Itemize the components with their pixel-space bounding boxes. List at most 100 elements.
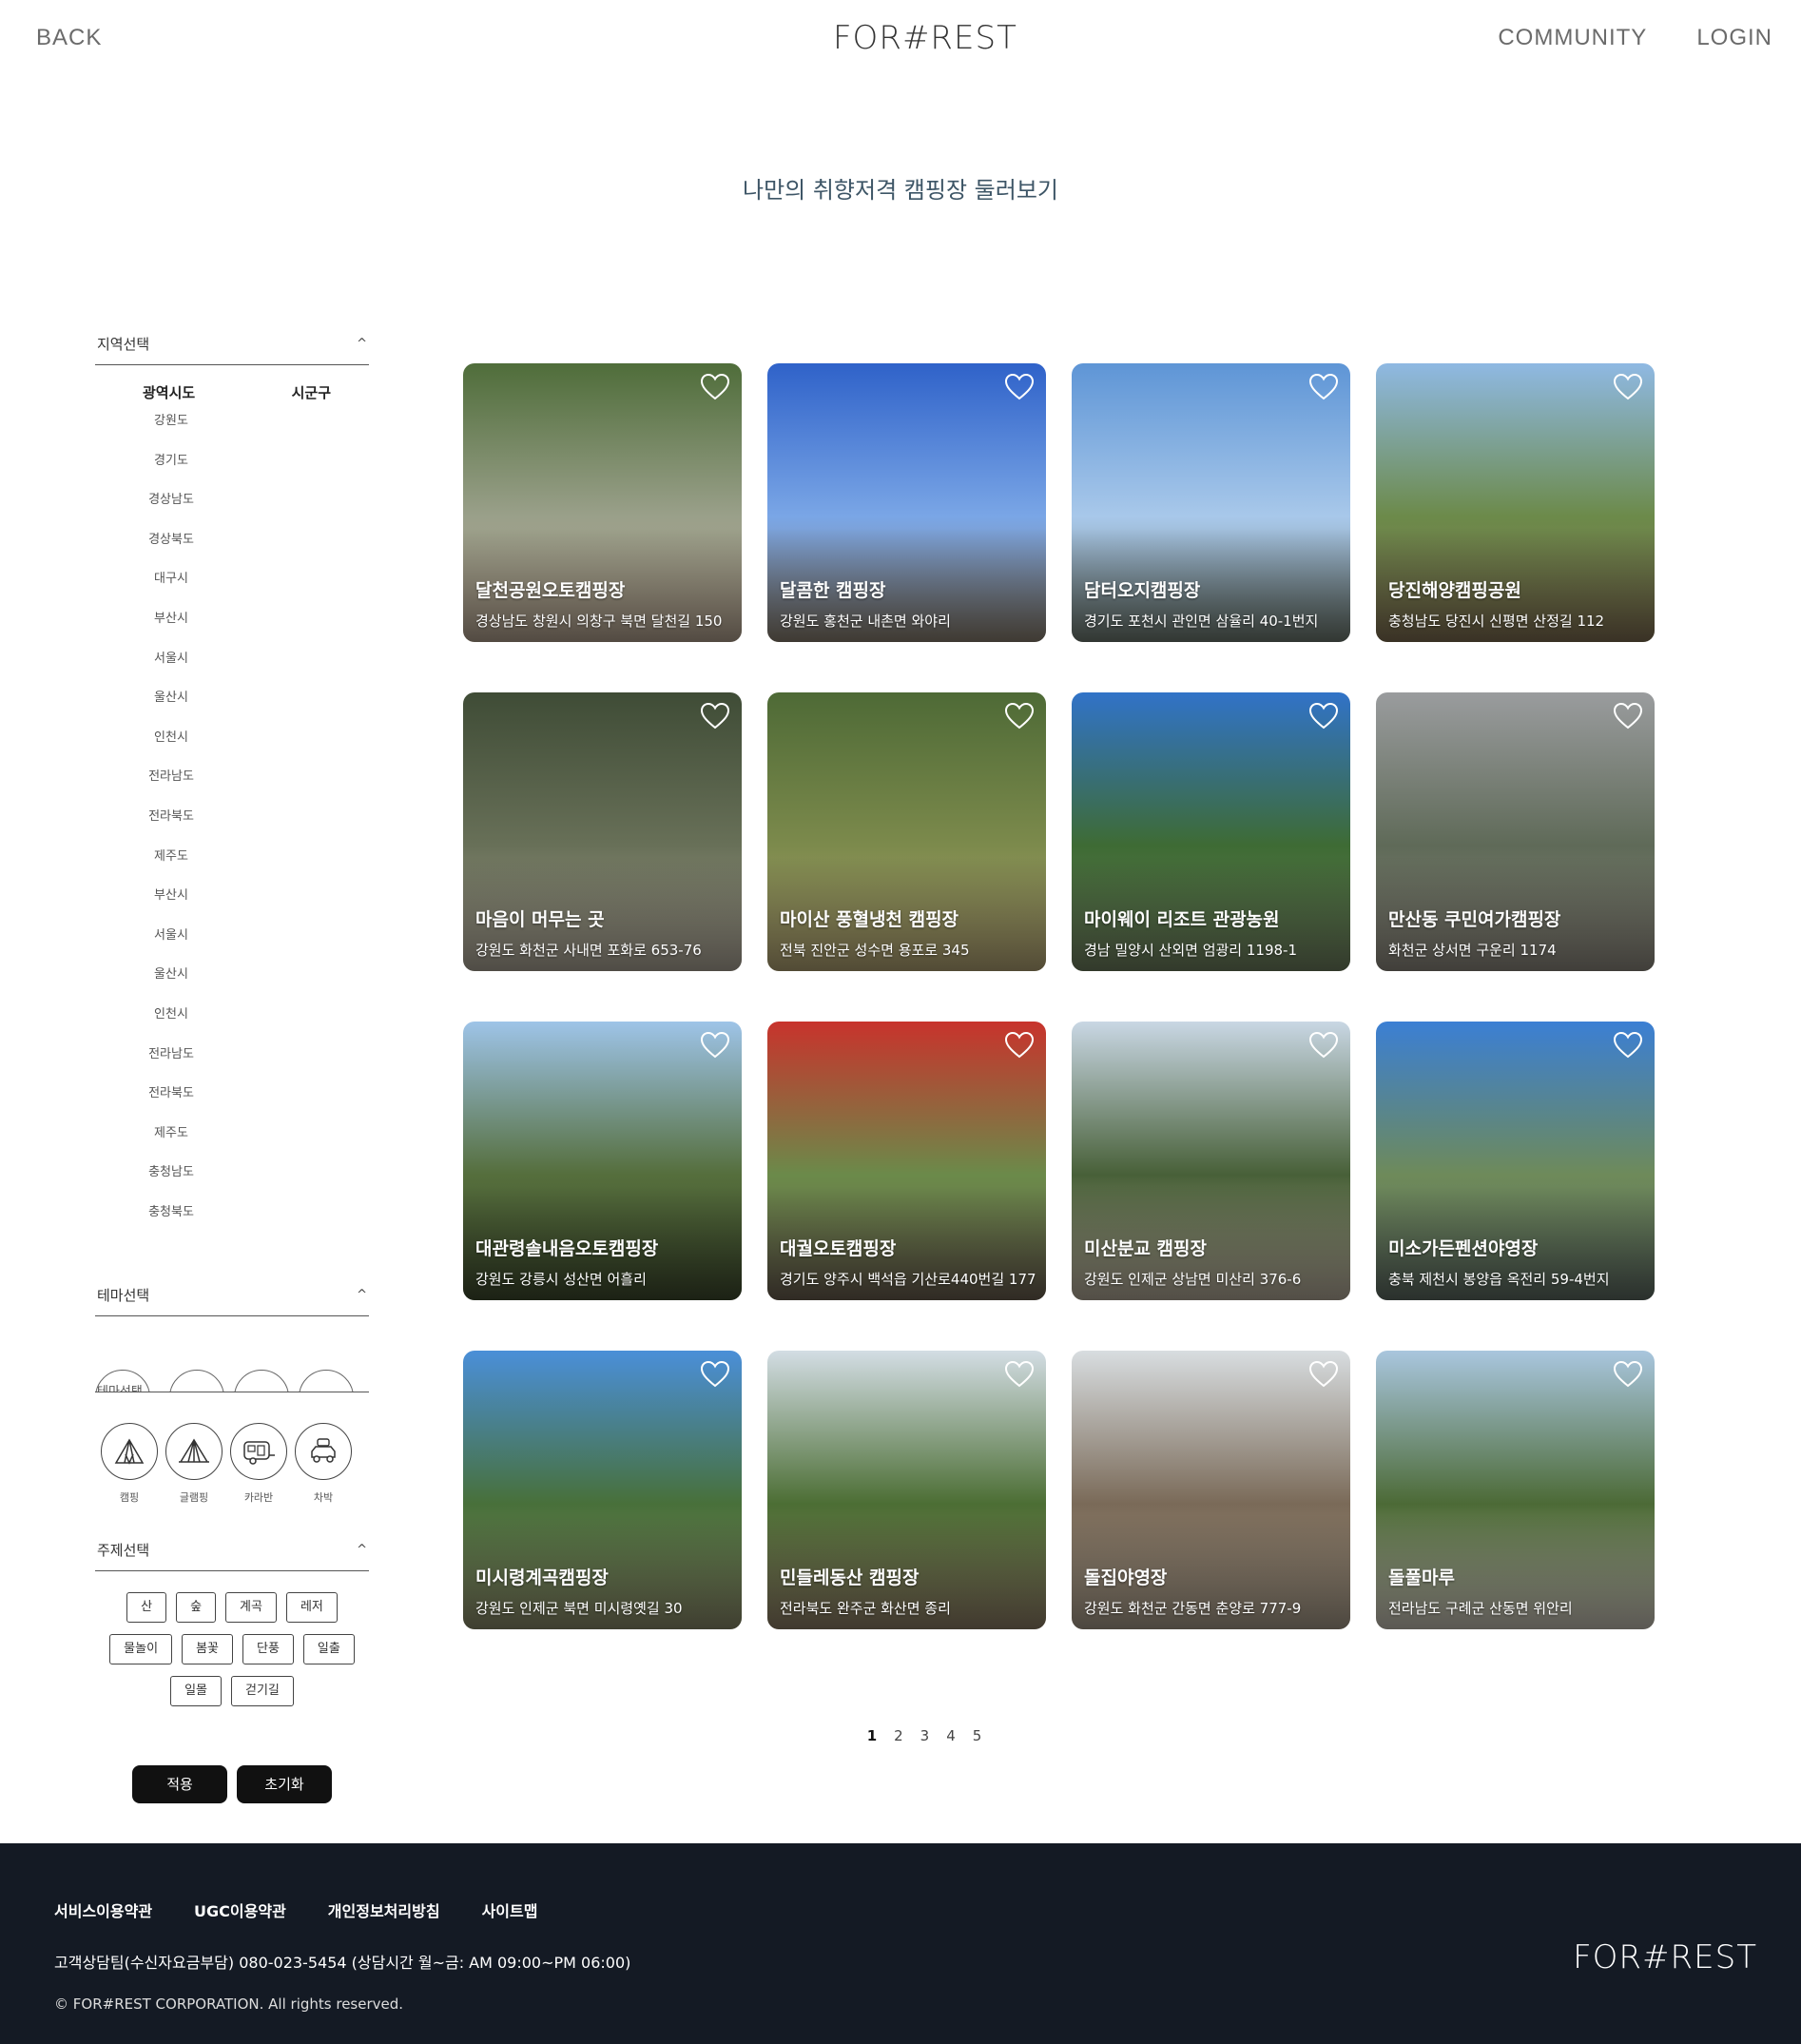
campsite-card[interactable]: 마이산 풍혈냉천 캠핑장 전북 진안군 성수면 용포로 345: [767, 692, 1046, 971]
province-item[interactable]: 경상북도: [95, 531, 247, 571]
province-item[interactable]: 전라남도: [95, 1045, 247, 1085]
topic-chip[interactable]: 물놀이: [109, 1634, 173, 1664]
campsite-address: 전라남도 구례군 산동면 위안리: [1388, 1600, 1573, 1617]
district-column-header[interactable]: 시군구: [292, 382, 331, 402]
community-link[interactable]: COMMUNITY: [1498, 25, 1647, 51]
topic-chip[interactable]: 단풍: [242, 1634, 294, 1664]
theme-option-car-camping[interactable]: 차박: [295, 1423, 352, 1505]
campsite-card[interactable]: 당진해양캠핑공원 충청남도 당진시 신평면 산정길 112: [1376, 363, 1655, 642]
heart-icon[interactable]: [1004, 1031, 1035, 1060]
heart-icon[interactable]: [1613, 1360, 1643, 1389]
campsite-card[interactable]: 대궐오토캠핑장 경기도 양주시 백석읍 기산로440번길 177: [767, 1022, 1046, 1300]
page-number[interactable]: 1: [867, 1727, 877, 1744]
province-item[interactable]: 전라남도: [95, 768, 247, 808]
heart-icon[interactable]: [1308, 702, 1339, 730]
campsite-card[interactable]: 미산분교 캠핑장 강원도 인제군 상남면 미산리 376-6: [1072, 1022, 1350, 1300]
campsite-card[interactable]: 미소가든펜션야영장 충북 제천시 봉양읍 옥전리 59-4번지: [1376, 1022, 1655, 1300]
heart-icon[interactable]: [700, 1360, 730, 1389]
chevron-up-icon[interactable]: ^: [357, 1288, 367, 1302]
topic-chip[interactable]: 걷기길: [231, 1676, 294, 1706]
ugc-terms-link[interactable]: UGC이용약관: [194, 1898, 286, 1921]
theme-tab-arc[interactable]: [169, 1370, 224, 1392]
theme-option-camping[interactable]: 캠핑: [101, 1423, 158, 1505]
campsite-card[interactable]: 대관령솔내음오토캠핑장 강원도 강릉시 성산면 어흘리: [463, 1022, 742, 1300]
province-item[interactable]: 충청북도: [95, 1203, 247, 1243]
heart-icon[interactable]: [1004, 1360, 1035, 1389]
campsite-card[interactable]: 미시령계곡캠핑장 강원도 인제군 북면 미시령옛길 30: [463, 1351, 742, 1629]
topic-chip[interactable]: 봄꽃: [182, 1634, 233, 1664]
terms-link[interactable]: 서비스이용약관: [54, 1898, 152, 1921]
page-number[interactable]: 4: [946, 1727, 956, 1744]
province-item[interactable]: 경기도: [95, 452, 247, 492]
province-item[interactable]: 경상남도: [95, 491, 247, 531]
heart-icon[interactable]: [1613, 1031, 1643, 1060]
heart-icon[interactable]: [1613, 702, 1643, 730]
topic-chip[interactable]: 계곡: [225, 1592, 277, 1623]
campsite-card[interactable]: 담터오지캠핑장 경기도 포천시 관인면 삼율리 40-1번지: [1072, 363, 1350, 642]
province-item[interactable]: 울산시: [95, 689, 247, 729]
heart-icon[interactable]: [700, 1031, 730, 1060]
login-link[interactable]: LOGIN: [1696, 25, 1772, 51]
campsite-address: 전라북도 완주군 화산면 종리: [780, 1600, 951, 1617]
province-item[interactable]: 인천시: [95, 1005, 247, 1045]
region-section-header[interactable]: 지역선택 ^: [95, 323, 369, 365]
province-item[interactable]: 서울시: [95, 650, 247, 690]
province-item[interactable]: 인천시: [95, 729, 247, 769]
topic-chip[interactable]: 일몰: [170, 1676, 223, 1706]
apply-button[interactable]: 적용: [132, 1765, 227, 1803]
province-item[interactable]: 전라북도: [95, 808, 247, 847]
logo[interactable]: FOR#REST: [833, 19, 1017, 57]
heart-icon[interactable]: [1308, 1031, 1339, 1060]
back-link[interactable]: BACK: [36, 25, 102, 51]
topic-chip[interactable]: 산: [126, 1592, 167, 1623]
theme-option-glamping[interactable]: 글램핑: [165, 1423, 223, 1505]
page-number[interactable]: 2: [894, 1727, 903, 1744]
heart-icon[interactable]: [700, 702, 730, 730]
topic-chip[interactable]: 레저: [285, 1592, 338, 1623]
campsite-card[interactable]: 돌집야영장 강원도 화천군 간동면 춘양로 777-9: [1072, 1351, 1350, 1629]
chevron-up-icon[interactable]: ^: [357, 337, 367, 351]
campsite-card[interactable]: 민들레동산 캠핑장 전라북도 완주군 화산면 종리: [767, 1351, 1046, 1629]
theme-tab-arc[interactable]: [95, 1370, 150, 1392]
sitemap-link[interactable]: 사이트맵: [482, 1898, 538, 1921]
province-item[interactable]: 전라북도: [95, 1084, 247, 1124]
topic-section-header[interactable]: 주제선택 ^: [95, 1529, 369, 1571]
campsite-card[interactable]: 달천공원오토캠핑장 경상남도 창원시 의창구 북면 달천길 150: [463, 363, 742, 642]
province-item[interactable]: 제주도: [95, 847, 247, 887]
campsite-card[interactable]: 돌풀마루 전라남도 구례군 산동면 위안리: [1376, 1351, 1655, 1629]
campsite-card[interactable]: 만산동 쿠민여가캠핑장 화천군 상서면 구운리 1174: [1376, 692, 1655, 971]
chevron-up-icon[interactable]: ^: [357, 1543, 367, 1557]
theme-section: 테마선택 ^ 테마선택 캠핑 글램핑 카라반 차박 주제선택 ^ 산 숲 계곡 …: [95, 1275, 369, 1803]
heart-icon[interactable]: [1613, 373, 1643, 401]
province-item[interactable]: 부산시: [95, 886, 247, 926]
heart-icon[interactable]: [1308, 1360, 1339, 1389]
theme-tab-arc[interactable]: [299, 1370, 354, 1392]
campsite-address: 강원도 화천군 사내면 포화로 653-76: [475, 942, 702, 959]
heart-icon[interactable]: [1004, 373, 1035, 401]
theme-tab-arc[interactable]: [234, 1370, 289, 1392]
campsite-card[interactable]: 마음이 머무는 곳 강원도 화천군 사내면 포화로 653-76: [463, 692, 742, 971]
province-column-header[interactable]: 광역시도: [143, 382, 195, 402]
province-item[interactable]: 강원도: [95, 412, 247, 452]
page-number[interactable]: 5: [973, 1727, 982, 1744]
page-number[interactable]: 3: [920, 1727, 930, 1744]
heart-icon[interactable]: [1004, 702, 1035, 730]
campsite-card[interactable]: 마이웨이 리조트 관광농원 경남 밀양시 산외면 엄광리 1198-1: [1072, 692, 1350, 971]
theme-option-caravan[interactable]: 카라반: [230, 1423, 287, 1505]
campsite-card[interactable]: 달콤한 캠핑장 강원도 홍천군 내촌면 와야리: [767, 363, 1046, 642]
province-item[interactable]: 부산시: [95, 610, 247, 650]
province-item[interactable]: 서울시: [95, 926, 247, 966]
reset-button[interactable]: 초기화: [237, 1765, 332, 1803]
heart-icon[interactable]: [1308, 373, 1339, 401]
province-item[interactable]: 제주도: [95, 1124, 247, 1164]
privacy-link[interactable]: 개인정보처리방침: [328, 1898, 440, 1921]
heart-icon[interactable]: [700, 373, 730, 401]
theme-section-header[interactable]: 테마선택 ^: [95, 1275, 369, 1316]
topic-chip[interactable]: 일출: [302, 1634, 355, 1664]
province-item[interactable]: 충청남도: [95, 1163, 247, 1203]
topic-chip[interactable]: 숲: [176, 1592, 217, 1623]
tent-icon: [101, 1423, 158, 1480]
theme-tab-strip: 테마선택: [95, 1316, 369, 1392]
province-item[interactable]: 울산시: [95, 965, 247, 1005]
province-item[interactable]: 대구시: [95, 570, 247, 610]
